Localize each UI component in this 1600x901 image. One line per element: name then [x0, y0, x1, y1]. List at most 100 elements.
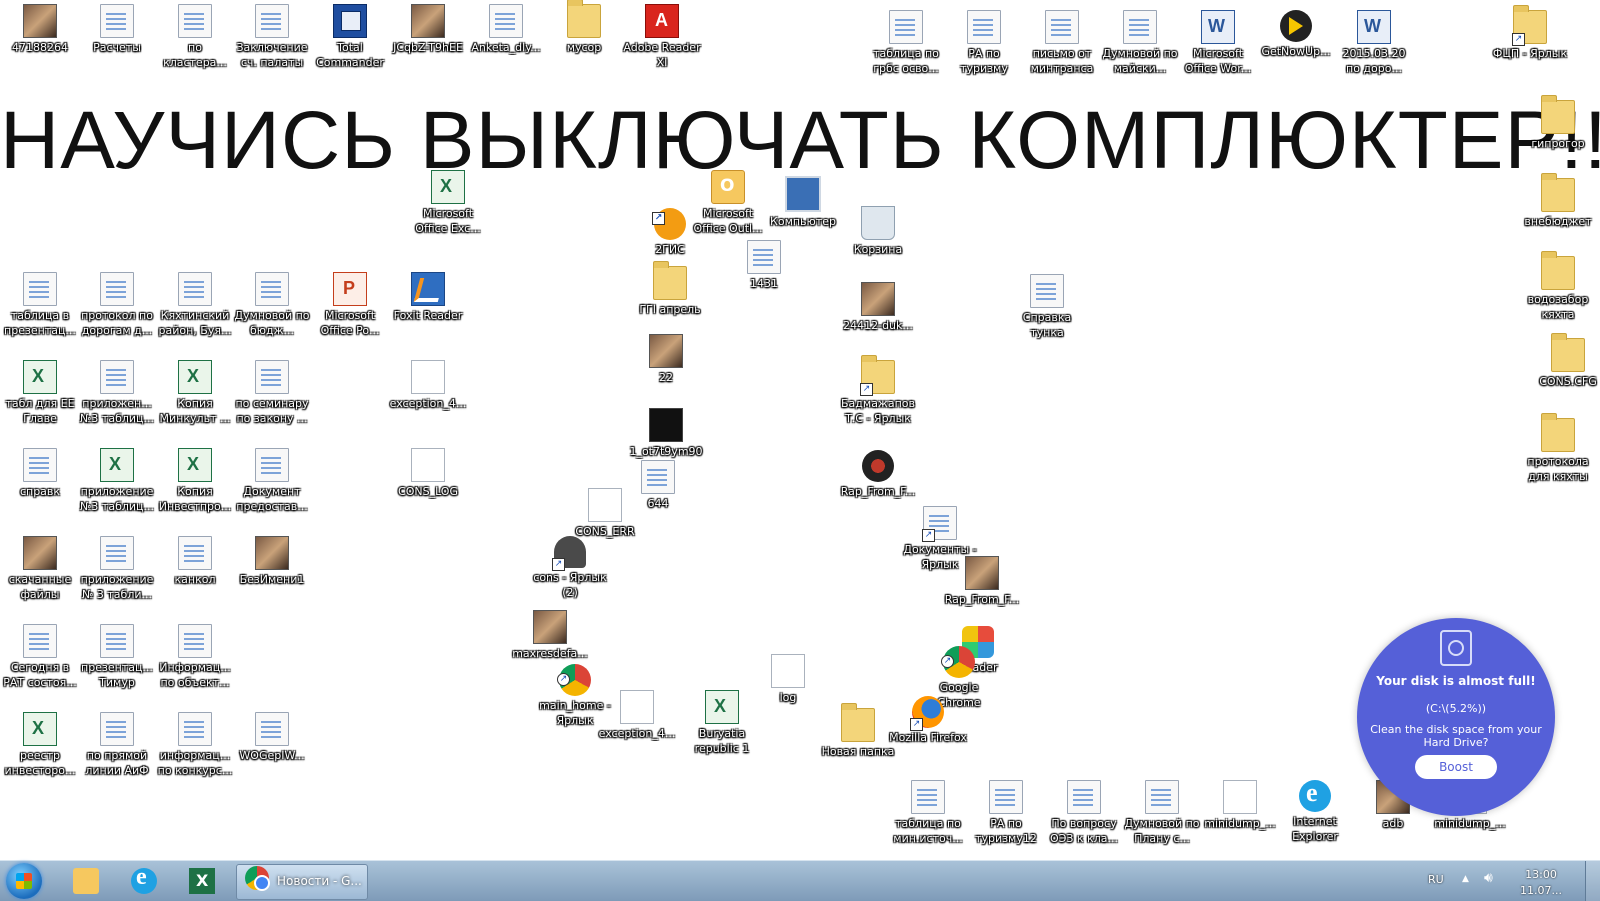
desktop-icon[interactable]: Копия Минкульт ... — [155, 360, 235, 426]
desktop-icon[interactable]: приложение № 3 табли... — [77, 536, 157, 602]
desktop-icon[interactable]: Компьютер — [763, 176, 843, 229]
desktop[interactable]: НАУЧИСЬ ВЫКЛЮЧАТЬ КОМПЛЮКТЕР!!!! 4718826… — [0, 0, 1600, 860]
desktop-icon[interactable]: приложен... №3 таблиц... — [77, 360, 157, 426]
desktop-icon[interactable]: Заключение сч. палаты — [232, 4, 312, 70]
desktop-icon[interactable]: приложение №3 таблиц... — [77, 448, 157, 514]
desktop-icon[interactable]: Новая папка — [818, 703, 898, 759]
desktop-icon[interactable]: exception_4... — [388, 360, 468, 411]
desktop-icon[interactable]: таблица в презентац... — [0, 272, 80, 338]
desktop-icon[interactable]: Rap_From_F... — [942, 556, 1022, 607]
desktop-icon[interactable]: WOGepIW... — [232, 712, 312, 763]
desktop-icon[interactable]: cons - Ярлык (2) — [530, 536, 610, 600]
desktop-icon[interactable]: Расчеты — [77, 4, 157, 55]
desktop-icon[interactable]: табл для ЕЕ Главе — [0, 360, 80, 426]
desktop-icon[interactable]: Internet Explorer — [1275, 778, 1355, 844]
desktop-icon[interactable]: exception_4... — [597, 690, 677, 741]
doc-icon — [178, 272, 212, 306]
boost-button[interactable]: Boost — [1415, 755, 1497, 779]
desktop-icon[interactable]: Adobe Reader XI — [622, 4, 702, 70]
desktop-icon[interactable]: CONS_ERR — [565, 488, 645, 539]
desktop-icon[interactable]: Копия Инвестпро... — [155, 448, 235, 514]
desktop-icon[interactable]: презентац... Тимур — [77, 624, 157, 690]
tray-expand-icon[interactable]: ▲ — [1462, 874, 1469, 884]
desktop-icon[interactable]: Microsoft Office Exc... — [408, 170, 488, 236]
desktop-icon[interactable]: Информац... по объект... — [155, 624, 235, 690]
clock[interactable]: 13:00 11.07... — [1520, 867, 1562, 899]
desktop-icon-label: Расчеты — [93, 41, 141, 54]
desktop-icon-label: Anketa_dly... — [471, 41, 541, 54]
desktop-icon[interactable]: водозабор кяхта — [1518, 251, 1598, 322]
desktop-icon[interactable]: протокола для кяхты — [1518, 413, 1598, 484]
desktop-icon[interactable]: maxresdefa... — [510, 610, 590, 661]
desktop-icon[interactable]: 22 — [626, 334, 706, 385]
desktop-icon[interactable]: Microsoft Office Po... — [310, 272, 390, 338]
desktop-icon-label: log — [779, 691, 797, 704]
desktop-icon[interactable]: Думновой по майски... — [1100, 10, 1180, 76]
desktop-icon[interactable]: minidump_... — [1200, 780, 1280, 831]
desktop-icon[interactable]: JCqbZ-T9hEE — [388, 4, 468, 55]
desktop-icon[interactable]: 1431 — [724, 240, 804, 291]
desktop-icon[interactable]: 1_ot7t9ym90 — [626, 408, 706, 459]
desktop-icon[interactable]: информац... по конкурс... — [155, 712, 235, 778]
desktop-icon[interactable]: 24412-duk... — [838, 282, 918, 333]
language-indicator[interactable]: RU — [1428, 873, 1444, 886]
desktop-icon[interactable]: Думновой по бюдж... — [232, 272, 312, 338]
desktop-icon[interactable]: Кяхтинский район, Буя... — [155, 272, 235, 338]
desktop-icon[interactable]: таблица по мин.источ... — [888, 780, 968, 846]
desktop-icon[interactable]: по прямой линии АиФ — [77, 712, 157, 778]
desktop-icon[interactable]: протокол по дорогам д... — [77, 272, 157, 338]
desktop-icon[interactable]: скачанные файлы — [0, 536, 80, 602]
desktop-icon[interactable]: БезИмени1 — [232, 536, 312, 587]
disk-full-popup: Your disk is almost full! (C:\(5.2%)) Cl… — [1357, 618, 1555, 816]
desktop-icon[interactable]: 47188264 — [0, 4, 80, 55]
volume-icon[interactable]: 🔊︎ — [1484, 870, 1493, 886]
desktop-icon[interactable]: гипрогор — [1518, 95, 1598, 151]
outlook-icon — [711, 170, 745, 204]
popup-drive-info: (C:\(5.2%)) — [1425, 702, 1487, 715]
desktop-icon[interactable]: реестр инвесторо... — [0, 712, 80, 778]
desktop-icon[interactable]: ГГI апрель — [630, 261, 710, 317]
doc-icon — [100, 536, 134, 570]
desktop-icon[interactable]: справк — [0, 448, 80, 499]
start-button[interactable] — [6, 863, 42, 899]
desktop-icon[interactable]: РА по туризму — [944, 10, 1024, 76]
desktop-icon[interactable]: Документ предостав... — [232, 448, 312, 514]
desktop-icon[interactable]: Foxit Reader — [388, 272, 468, 323]
desktop-icon[interactable]: GetNowUp... — [1256, 10, 1336, 59]
desktop-icon[interactable]: РА по туризму12 — [966, 780, 1046, 846]
desktop-icon[interactable]: внебюджет — [1518, 173, 1598, 229]
desktop-icon-label: Total Commander — [316, 41, 384, 69]
desktop-icon[interactable]: Корзина — [838, 206, 918, 257]
taskbar-excel-button[interactable] — [182, 865, 222, 897]
desktop-icon[interactable]: 2015.03.20 по доро... — [1334, 10, 1414, 76]
desktop-icon[interactable]: по семинару по закону ... — [232, 360, 312, 426]
taskbar-ie-button[interactable] — [124, 864, 164, 897]
desktop-icon[interactable]: CONS_LOG — [388, 448, 468, 499]
desktop-icon[interactable]: письмо от минтранса — [1022, 10, 1102, 76]
desktop-icon[interactable]: канкол — [155, 536, 235, 587]
show-desktop-button[interactable] — [1585, 861, 1600, 901]
desktop-icon-label: Foxit Reader — [393, 309, 463, 322]
desktop-icon[interactable]: по кластера... — [155, 4, 235, 70]
desktop-icon[interactable]: Думновой по Плану с... — [1122, 780, 1202, 846]
taskbar-chrome-window[interactable]: Новости - G... — [236, 864, 368, 900]
desktop-icon[interactable]: Rap_From_F... — [838, 450, 918, 499]
desktop-banner-text: НАУЧИСЬ ВЫКЛЮЧАТЬ КОМПЛЮКТЕР!!!! — [0, 95, 1600, 186]
desktop-icon[interactable]: Сегодня в РАТ состоя... — [0, 624, 80, 690]
desktop-icon[interactable]: Anketa_dly... — [466, 4, 546, 55]
desktop-icon[interactable]: мусор — [544, 0, 624, 55]
desktop-icon[interactable]: Бадмажапов Т.С - Ярлык — [838, 355, 918, 426]
desktop-icon[interactable]: По вопросу ОЭЗ к кла... — [1044, 780, 1124, 846]
desktop-icon[interactable]: Справка тунка — [1007, 274, 1087, 340]
desktop-icon[interactable]: Microsoft Office Wor... — [1178, 10, 1258, 76]
desktop-icon[interactable]: 2ГИС — [630, 208, 710, 257]
desktop-icon[interactable]: CONS.CFG — [1528, 333, 1600, 389]
desktop-icon-label: Microsoft Office Exc... — [415, 207, 481, 235]
desktop-icon[interactable]: Mozilla Firefox — [888, 696, 968, 745]
desktop-icon-label: Rap_From_F... — [944, 593, 1020, 606]
desktop-icon[interactable]: log — [748, 654, 828, 705]
taskbar-outlook-button[interactable] — [66, 865, 106, 897]
desktop-icon[interactable]: таблица по грбс осво... — [866, 10, 946, 76]
desktop-icon[interactable]: ФЦП - Ярлык — [1490, 5, 1570, 61]
desktop-icon[interactable]: Total Commander — [310, 4, 390, 70]
